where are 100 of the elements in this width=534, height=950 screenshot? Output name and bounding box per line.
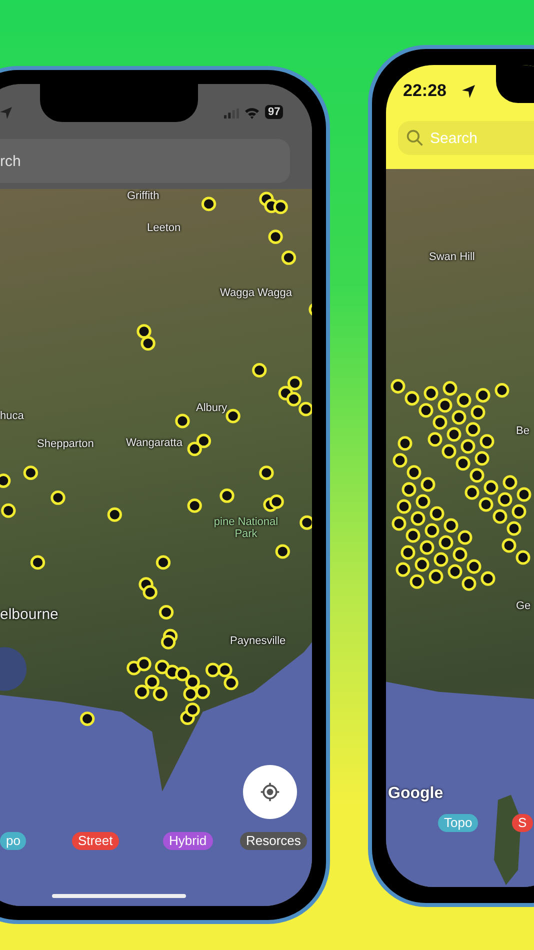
map-marker-icon[interactable] [201,196,216,212]
map-marker-icon[interactable] [154,660,170,674]
map-marker-icon[interactable] [268,230,283,244]
map-marker-icon[interactable] [308,302,312,317]
map-marker-icon[interactable] [400,545,416,560]
map-marker-icon[interactable] [196,434,212,448]
map-marker-icon[interactable] [502,475,518,490]
map-marker-icon[interactable] [476,388,490,403]
map-marker-icon[interactable] [402,482,416,497]
map-marker-icon[interactable] [452,410,466,425]
map-marker-icon[interactable] [30,555,46,570]
map-marker-icon[interactable] [494,383,510,398]
map-marker-icon[interactable] [442,444,456,459]
map-marker-icon[interactable] [175,414,190,428]
map-type-tab[interactable]: Street [72,832,119,850]
map-marker-icon[interactable] [1,503,16,518]
map-marker-icon[interactable] [144,674,160,690]
map-marker-icon[interactable] [446,427,462,442]
map-marker-icon[interactable] [466,559,482,574]
map-marker-icon[interactable] [396,499,412,514]
map-marker-icon[interactable] [183,686,198,702]
map-marker-icon[interactable] [420,540,434,555]
map-marker-icon[interactable] [406,465,422,480]
map-marker-icon[interactable] [458,530,472,545]
map-marker-icon[interactable] [460,439,476,454]
map-marker-icon[interactable] [456,456,470,471]
map-marker-icon[interactable] [428,432,442,447]
map-marker-icon[interactable] [478,497,494,512]
search-field[interactable]: rch [0,139,290,183]
map-marker-icon[interactable] [456,393,472,408]
map-marker-icon[interactable] [152,686,168,702]
map-marker-icon[interactable] [281,250,296,265]
map-marker-icon[interactable] [502,538,516,553]
map-marker-icon[interactable] [392,453,408,468]
map-marker-icon[interactable] [298,402,312,416]
map-marker-icon[interactable] [410,511,426,526]
map-marker-icon[interactable] [438,398,452,413]
map-marker-icon[interactable] [142,585,158,600]
map-marker-icon[interactable] [464,485,480,500]
map-marker-icon[interactable] [390,379,406,394]
map-marker-icon[interactable] [444,518,458,533]
map-marker-icon[interactable] [273,200,288,214]
map-marker-icon[interactable] [424,523,440,538]
map-marker-icon[interactable] [434,552,448,567]
map-marker-icon[interactable] [224,676,238,690]
map-marker-icon[interactable] [286,392,302,406]
map-marker-icon[interactable] [252,363,267,378]
map-marker-icon[interactable] [466,422,480,437]
map-marker-icon[interactable] [416,494,430,509]
map-marker-icon[interactable] [287,376,302,390]
map-marker-icon[interactable] [492,509,508,524]
map-marker-icon[interactable] [498,492,512,507]
map-marker-icon[interactable] [480,571,496,586]
map-marker-icon[interactable] [140,336,156,351]
map-marker-icon[interactable] [275,544,290,559]
map-marker-icon[interactable] [185,702,200,718]
map-marker-icon[interactable] [516,550,530,565]
map-marker-icon[interactable] [175,666,190,682]
map-marker-icon[interactable] [428,569,444,584]
map-marker-icon[interactable] [438,535,454,550]
map-marker-icon[interactable] [136,324,152,339]
map-marker-icon[interactable] [448,564,462,579]
map-marker-icon[interactable] [136,656,152,672]
map-marker-icon[interactable] [432,415,448,430]
map-marker-icon[interactable] [107,507,122,522]
map-type-tab[interactable]: Hybrid [163,832,213,850]
map-marker-icon[interactable] [418,403,434,418]
map-marker-icon[interactable] [218,662,232,678]
satellite-map[interactable]: Swan Hill Be Ge Google Topo S [386,169,534,887]
map-marker-icon[interactable] [430,506,444,521]
map-marker-icon[interactable] [160,634,176,650]
map-marker-icon[interactable] [480,434,494,449]
map-marker-icon[interactable] [462,576,476,591]
map-marker-icon[interactable] [50,490,66,505]
map-marker-icon[interactable] [226,408,240,424]
map-marker-icon[interactable] [512,504,526,519]
satellite-map[interactable]: Griffith Leeton Wagga Wagga Albury huca Shepparton Wangaratta pine National Park elbourne Paynesville po Street Hybrid Resorces [0,189,312,906]
map-marker-icon[interactable] [470,468,484,483]
map-marker-icon[interactable] [187,498,202,513]
map-marker-icon[interactable] [484,480,498,495]
map-marker-icon[interactable] [269,494,284,509]
map-marker-icon[interactable] [187,442,202,456]
map-marker-icon[interactable] [156,555,171,570]
map-marker-icon[interactable] [0,474,11,488]
map-marker-icon[interactable] [392,516,406,531]
map-marker-icon[interactable] [506,521,522,536]
map-marker-icon[interactable] [424,386,438,401]
map-marker-icon[interactable] [474,451,490,466]
map-marker-icon[interactable] [420,477,436,492]
map-marker-icon[interactable] [396,562,410,577]
map-marker-icon[interactable] [406,528,420,543]
map-marker-icon[interactable] [158,605,174,620]
map-type-tab[interactable]: Resorces [240,832,307,850]
map-marker-icon[interactable] [206,662,220,678]
map-marker-icon[interactable] [220,488,234,503]
map-marker-icon[interactable] [414,557,430,572]
map-marker-icon[interactable] [185,674,200,690]
map-marker-icon[interactable] [470,405,486,420]
map-marker-icon[interactable] [410,574,424,589]
map-marker-icon[interactable] [398,436,412,451]
